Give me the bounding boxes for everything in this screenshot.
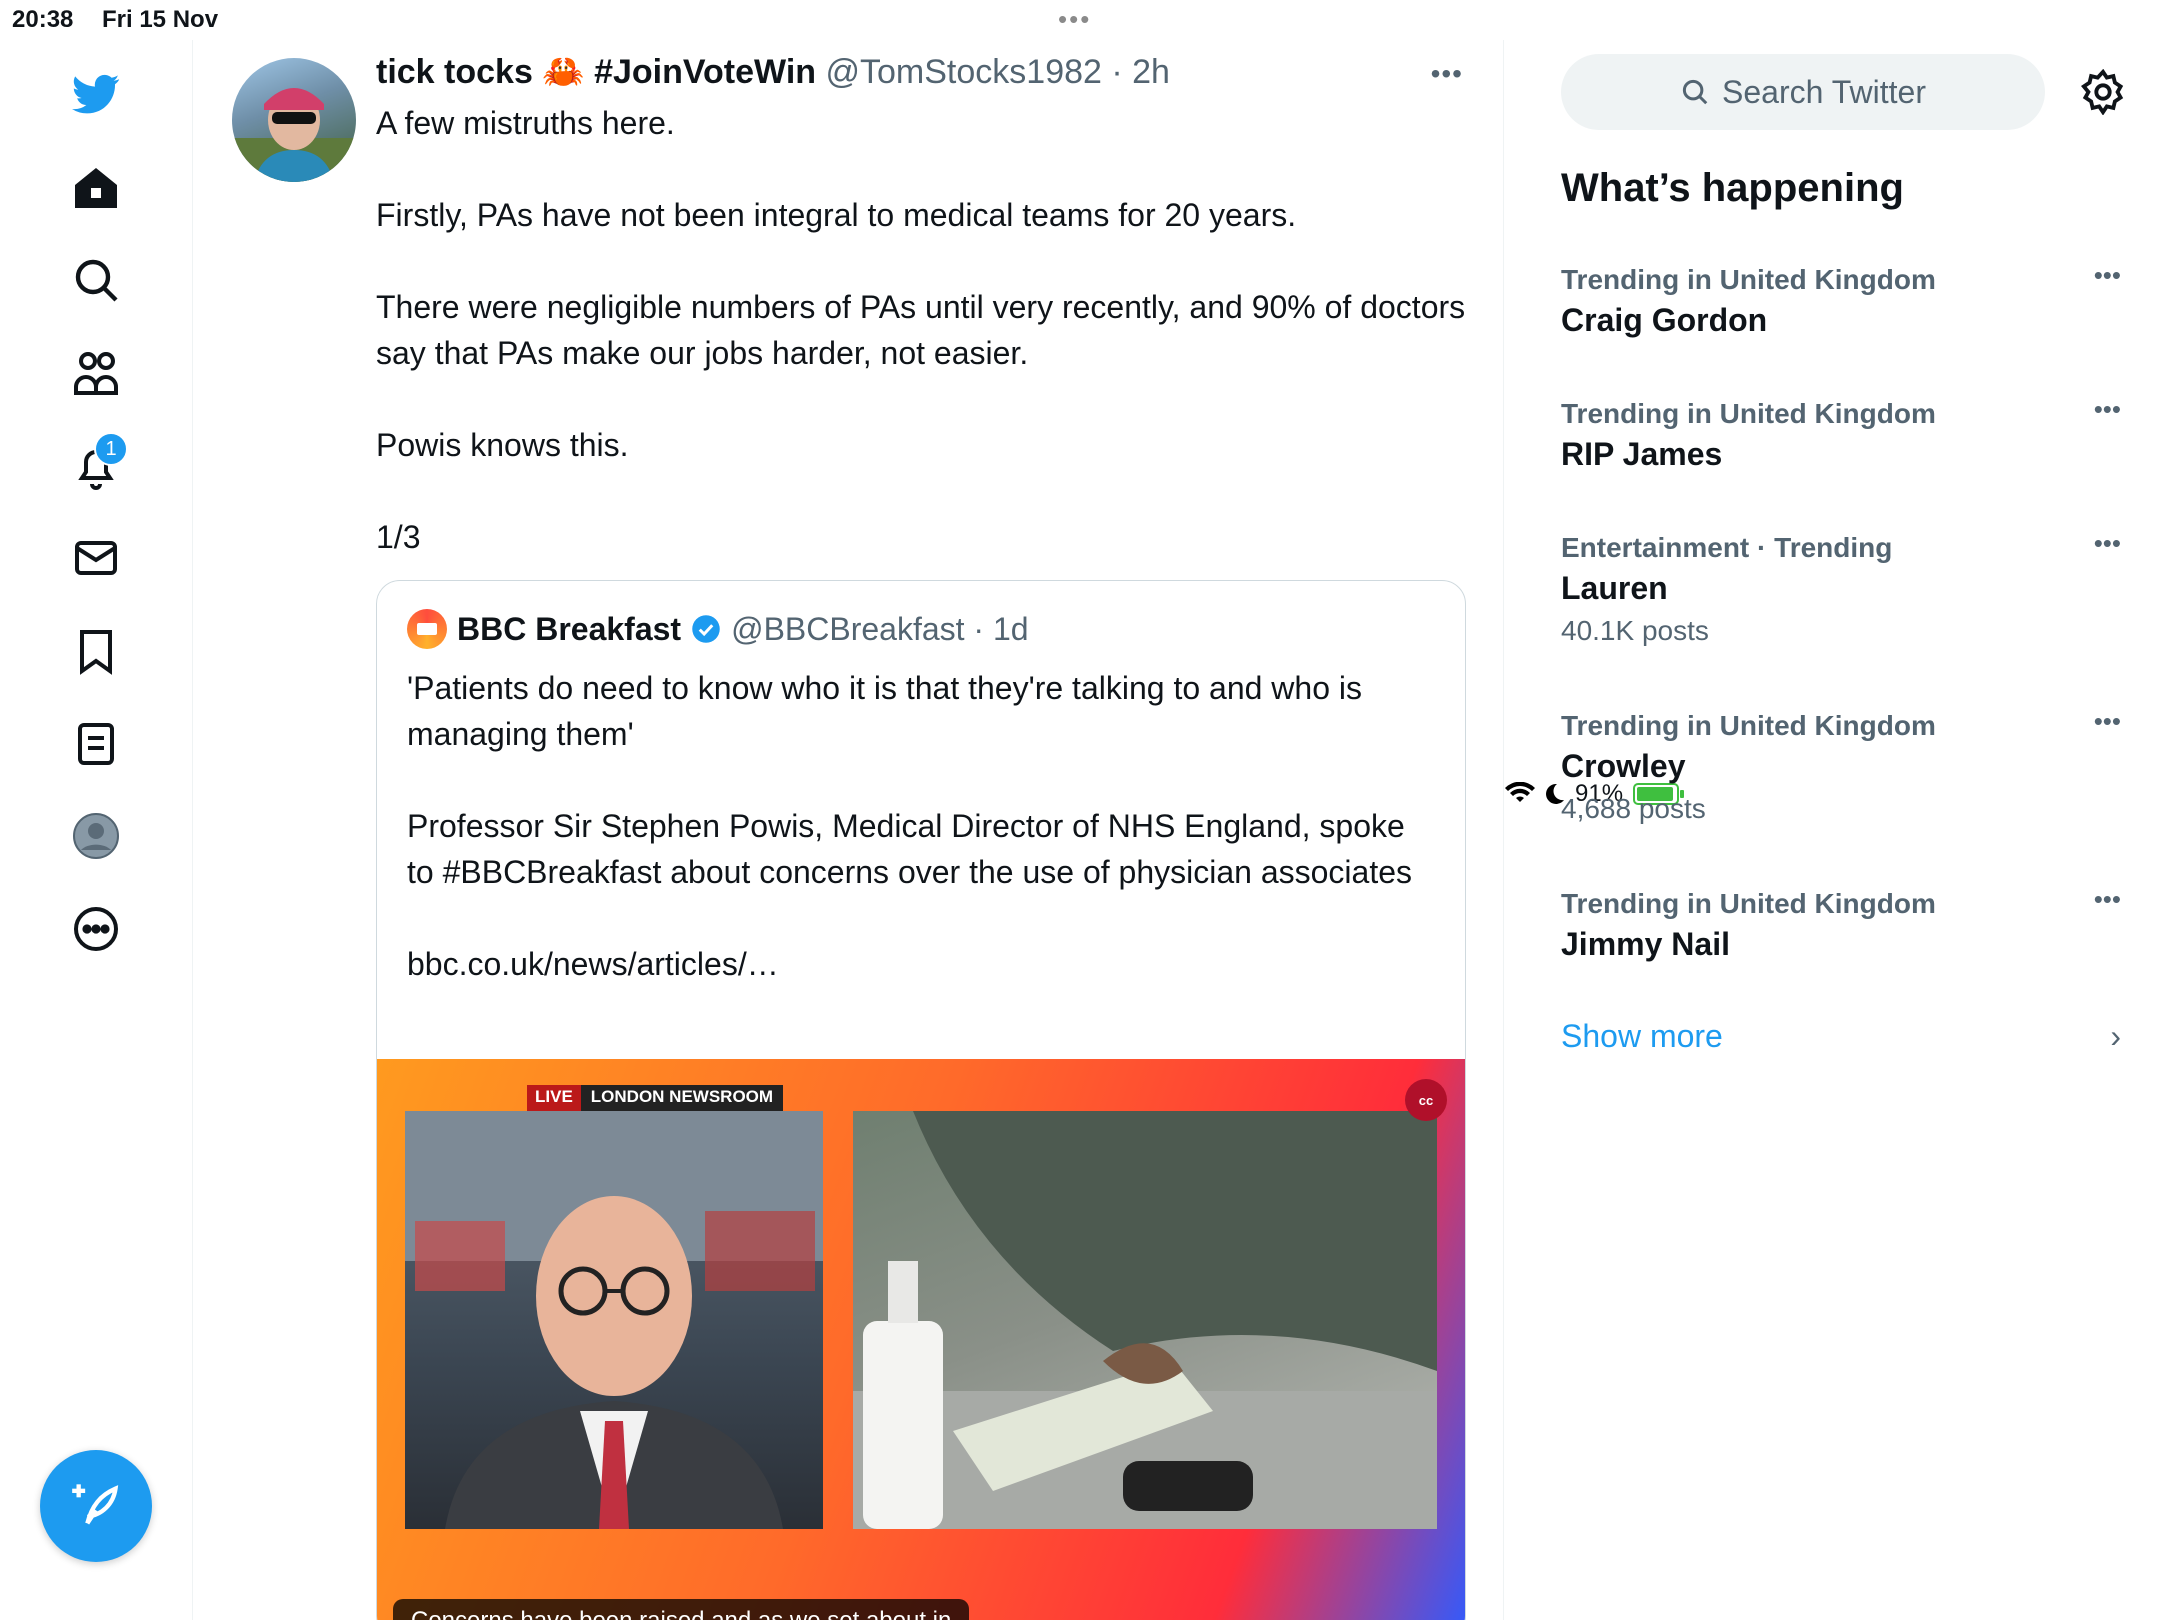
tweet-more-icon[interactable]: •••	[1431, 58, 1463, 90]
chevron-right-icon: ›	[2110, 1018, 2121, 1054]
quoted-author-name[interactable]: BBC Breakfast	[457, 611, 681, 648]
search-placeholder: Search Twitter	[1722, 73, 1926, 110]
quoted-paragraph: 'Patients do need to know who it is that…	[407, 670, 1362, 752]
quoted-link[interactable]: bbc.co.uk/news/articles/…	[407, 941, 1437, 987]
show-more-label: Show more	[1561, 1018, 1723, 1054]
notifications-bell-icon[interactable]: 1	[62, 432, 130, 500]
author-avatar[interactable]	[232, 58, 356, 182]
verified-badge-icon	[692, 615, 720, 643]
profile-avatar-icon[interactable]	[62, 802, 130, 870]
quoted-paragraph: Professor Sir Stephen Powis, Medical Dir…	[407, 808, 1412, 890]
closed-captions-button[interactable]: cc	[1405, 1079, 1447, 1121]
settings-gear-icon[interactable]	[2075, 64, 2131, 120]
trend-more-icon[interactable]: •••	[2094, 394, 2121, 425]
search-icon	[1682, 79, 1708, 105]
tweet-paragraph: Powis knows this.	[376, 427, 629, 463]
search-twitter-box[interactable]: Search Twitter	[1561, 54, 2045, 130]
trend-title: Crowley	[1561, 748, 1686, 784]
trend-item[interactable]: Trending in United Kingdom Jimmy Nail ••…	[1561, 884, 2121, 963]
location-label: LONDON NEWSROOM	[580, 1085, 784, 1111]
tweet-paragraph: A few mistruths here.	[376, 105, 675, 141]
status-bar: 20:38 Fri 15 Nov ••• 91%	[0, 0, 2160, 807]
search-icon[interactable]	[62, 246, 130, 314]
communities-icon[interactable]	[62, 339, 130, 407]
whats-happening-heading: What’s happening	[1561, 166, 1904, 210]
multitasking-dots-icon[interactable]: •••	[1058, 4, 1091, 35]
trend-item[interactable]: Trending in United Kingdom Crowley 4,688…	[1561, 706, 2121, 825]
quoted-tweet[interactable]: BBC Breakfast @BBCBreakfast · 1d 'Patien…	[376, 580, 1466, 1620]
live-label: LIVE	[527, 1085, 581, 1111]
more-options-icon[interactable]	[62, 895, 130, 963]
right-sidebar: Search Twitter What’s happening Trending…	[1505, 40, 2160, 1620]
quoted-tweet-header: BBC Breakfast @BBCBreakfast · 1d	[407, 609, 1029, 649]
trend-title: RIP James	[1561, 436, 1723, 472]
quoted-tweet-text: 'Patients do need to know who it is that…	[407, 665, 1437, 1033]
twitter-logo-icon[interactable]	[62, 60, 130, 128]
left-navigation: 1	[0, 40, 193, 1620]
trend-item[interactable]: Entertainment · Trending Lauren 40.1K po…	[1561, 528, 2121, 647]
feather-plus-icon	[72, 1484, 119, 1525]
video-player[interactable]: LIVE LONDON NEWSROOM cc	[377, 1059, 1465, 1620]
trend-meta: Trending in United Kingdom	[1561, 398, 1936, 429]
author-handle[interactable]: @TomStocks1982 · 2h	[826, 53, 1170, 91]
home-icon[interactable]	[62, 154, 130, 222]
tweet-paragraph: 1/3	[376, 519, 421, 555]
trend-title: Lauren	[1561, 570, 1668, 606]
trend-more-icon[interactable]: •••	[2094, 706, 2121, 737]
quoted-author-handle[interactable]: @BBCBreakfast · 1d	[731, 611, 1028, 648]
notification-count-badge: 1	[94, 432, 128, 466]
status-time: 20:38	[12, 6, 74, 33]
video-frame-presenter	[405, 1111, 823, 1529]
video-caption: Concerns have been raised and as we set …	[393, 1599, 970, 1620]
trend-meta: Trending in United Kingdom	[1561, 888, 1936, 919]
trend-post-count: 40.1K posts	[1561, 615, 1709, 646]
trend-item[interactable]: Trending in United Kingdom RIP James •••	[1561, 394, 2121, 473]
tweet-header: tick tocks 🦀 #JoinVoteWin @TomStocks1982…	[376, 52, 1170, 92]
tweet-paragraph: There were negligible numbers of PAs unt…	[376, 289, 1466, 371]
trend-title: Jimmy Nail	[1561, 926, 1730, 962]
tweet-paragraph: Firstly, PAs have not been integral to m…	[376, 197, 1297, 233]
lists-icon[interactable]	[62, 710, 130, 778]
author-name[interactable]: tick tocks 🦀 #JoinVoteWin	[376, 53, 816, 91]
trend-meta: Entertainment · Trending	[1561, 532, 1893, 563]
trend-title: Craig Gordon	[1561, 302, 1768, 338]
bbc-breakfast-avatar[interactable]	[407, 609, 447, 649]
trend-meta: Trending in United Kingdom	[1561, 710, 1936, 741]
video-frame-clinic	[853, 1111, 1437, 1529]
tweet-text: A few mistruths here. Firstly, PAs have …	[376, 100, 1476, 606]
status-date: Fri 15 Nov	[102, 6, 219, 33]
show-more-link[interactable]: Show more ›	[1561, 1018, 2121, 1055]
trend-more-icon[interactable]: •••	[2094, 884, 2121, 915]
bookmarks-icon[interactable]	[62, 617, 130, 685]
trend-post-count: 4,688 posts	[1561, 793, 1706, 824]
trend-meta: Trending in United Kingdom	[1561, 264, 1936, 295]
live-banner: LIVE LONDON NEWSROOM	[527, 1085, 784, 1111]
messages-envelope-icon[interactable]	[62, 524, 130, 592]
compose-tweet-button[interactable]	[40, 1450, 152, 1562]
tweet-detail: tick tocks 🦀 #JoinVoteWin @TomStocks1982…	[194, 40, 1504, 1620]
trend-more-icon[interactable]: •••	[2094, 528, 2121, 559]
trend-more-icon[interactable]: •••	[2094, 260, 2121, 291]
trend-item[interactable]: Trending in United Kingdom Craig Gordon …	[1561, 260, 2121, 339]
